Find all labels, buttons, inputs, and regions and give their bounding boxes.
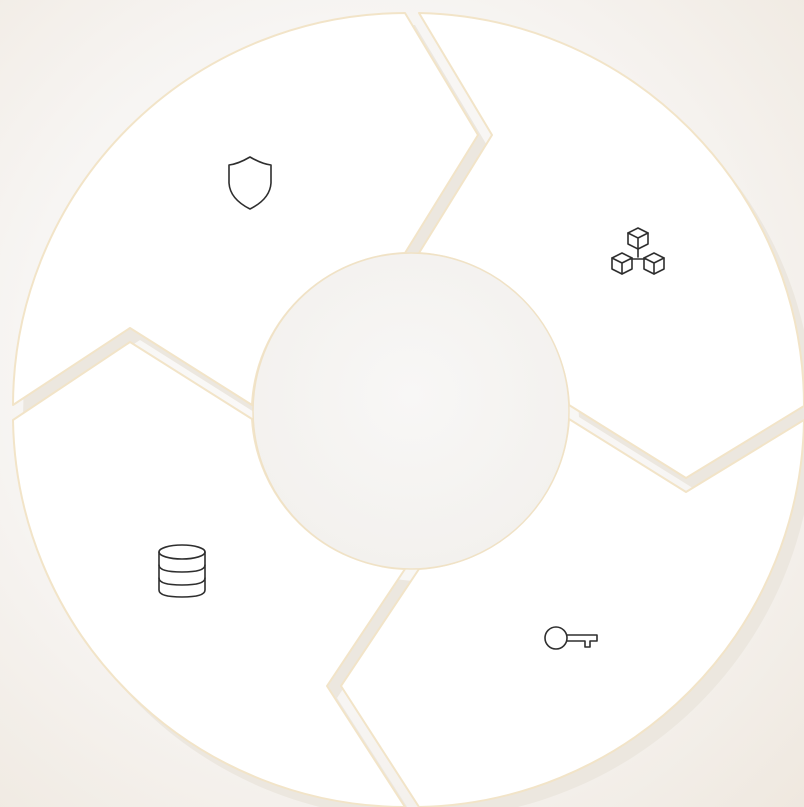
center-hub	[252, 252, 570, 570]
cycle-diagram	[12, 12, 804, 807]
